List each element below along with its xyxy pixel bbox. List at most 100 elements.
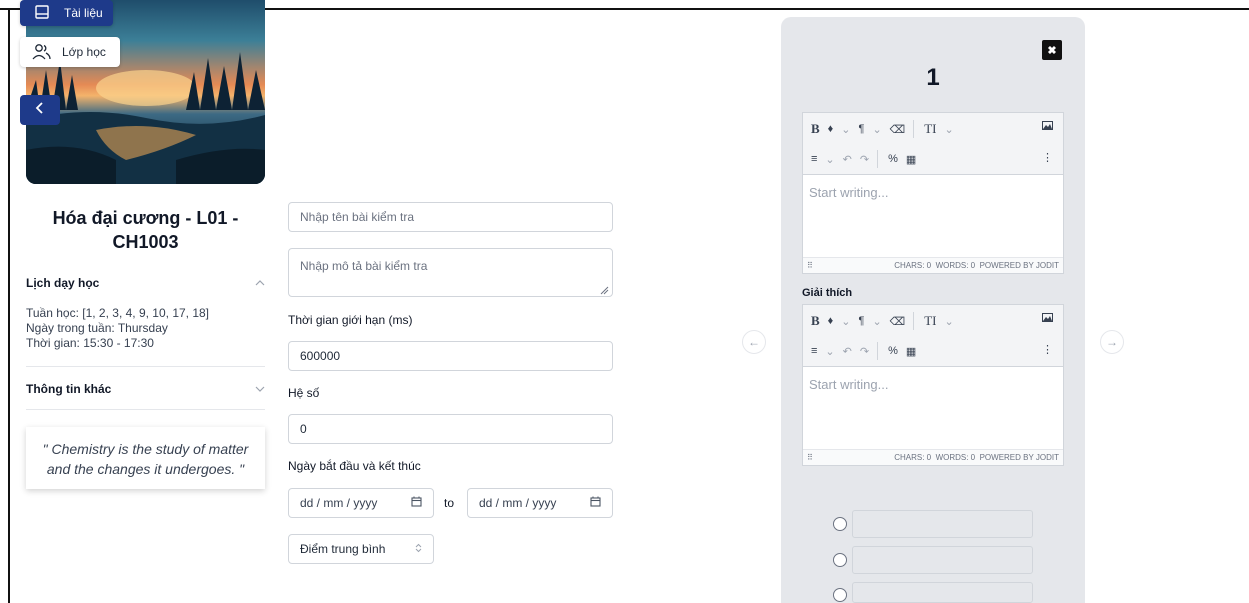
schedule-details: Tuần học: [1, 2, 3, 4, 9, 10, 17, 18] Ng… (26, 306, 209, 351)
image-icon[interactable] (1042, 121, 1053, 133)
paragraph-icon[interactable]: ¶ (859, 315, 865, 327)
coefficient-input[interactable]: 0 (288, 414, 613, 444)
grading-method-value: Điểm trung bình (300, 542, 386, 556)
chevron-up-icon (255, 277, 265, 289)
other-info-section-toggle[interactable]: Thông tin khác (26, 382, 265, 396)
date-range-label: Ngày bắt đầu và kết thúc (288, 459, 421, 473)
resize-handle-icon[interactable] (600, 284, 609, 295)
chevron-down-icon[interactable]: ⌄ (841, 315, 850, 328)
align-icon[interactable]: ≡ (811, 345, 817, 357)
editor-content[interactable]: Start writing... (803, 367, 1063, 449)
more-options-icon[interactable]: ⋮ (1042, 343, 1053, 356)
char-count: CHARS: 0 (894, 453, 932, 462)
calendar-icon[interactable] (590, 496, 601, 510)
chevron-down-icon[interactable]: ⌄ (825, 153, 834, 166)
bold-icon[interactable]: B (811, 313, 820, 329)
chevron-down-icon[interactable]: ⌄ (872, 315, 881, 328)
editor-statusbar: ⠿ CHARS: 0 WORDS: 0 POWERED BY JODIT (803, 449, 1063, 465)
editor-stats: CHARS: 0 WORDS: 0 POWERED BY JODIT (894, 453, 1059, 462)
answer-option-radio[interactable] (833, 588, 847, 602)
grading-method-select[interactable]: Điểm trung bình (288, 534, 434, 564)
tai-lieu-label: Tài liệu (64, 6, 103, 20)
undo-icon[interactable]: ↶ (843, 345, 852, 358)
ink-color-icon[interactable]: ♦ (828, 123, 834, 135)
close-question-button[interactable]: ✖ (1042, 40, 1062, 60)
time-limit-value: 600000 (300, 349, 341, 363)
char-count: CHARS: 0 (894, 261, 932, 270)
chevron-down-icon[interactable]: ⌄ (825, 345, 834, 358)
next-question-button[interactable]: → (1100, 330, 1124, 354)
font-size-icon[interactable]: TI (924, 121, 936, 137)
test-name-input[interactable]: Nhập tên bài kiểm tra (288, 202, 613, 232)
tai-lieu-button[interactable]: Tài liệu (20, 0, 113, 26)
test-description-textarea[interactable]: Nhập mô tả bài kiểm tra (288, 248, 613, 297)
frame-left-border (8, 8, 10, 603)
toolbar-row: ≡ ⌄ ↶ ↷ % ▦ (811, 149, 924, 169)
paragraph-icon[interactable]: ¶ (859, 123, 865, 135)
editor-toolbar: B ♦ ⌄ ¶ ⌄ ⌫ TI ⌄ ≡ ⌄ ↶ ↷ % ▦ ⋮ (803, 305, 1063, 367)
start-date-input[interactable]: dd / mm / yyyy (288, 488, 434, 518)
eraser-icon[interactable]: ⌫ (890, 315, 906, 328)
answer-option-input[interactable] (852, 546, 1033, 574)
answer-option-input[interactable] (852, 582, 1033, 603)
lop-hoc-label: Lớp học (62, 45, 106, 59)
close-icon: ✖ (1047, 44, 1057, 57)
schedule-section-toggle[interactable]: Lịch dạy học (26, 276, 265, 290)
more-options-icon[interactable]: ⋮ (1042, 151, 1053, 164)
table-icon[interactable]: ▦ (906, 345, 916, 358)
section-divider (26, 409, 265, 410)
editor-toolbar: B ♦ ⌄ ¶ ⌄ ⌫ TI ⌄ ≡ ⌄ ↶ ↷ % ▦ ⋮ (803, 113, 1063, 175)
editor-statusbar: ⠿ CHARS: 0 WORDS: 0 POWERED BY JODIT (803, 257, 1063, 273)
time-limit-input[interactable]: 600000 (288, 341, 613, 371)
other-info-header: Thông tin khác (26, 382, 112, 396)
end-date-placeholder: dd / mm / yyyy (479, 496, 557, 510)
question-editor[interactable]: B ♦ ⌄ ¶ ⌄ ⌫ TI ⌄ ≡ ⌄ ↶ ↷ % ▦ ⋮ Start wri… (802, 112, 1064, 274)
undo-icon[interactable]: ↶ (843, 153, 852, 166)
chevron-down-icon[interactable]: ⌄ (945, 123, 954, 136)
toolbar-row: ≡ ⌄ ↶ ↷ % ▦ (811, 341, 924, 361)
editor-content[interactable]: Start writing... (803, 175, 1063, 257)
font-size-icon[interactable]: TI (924, 313, 936, 329)
schedule-header: Lịch dạy học (26, 276, 100, 290)
chevron-down-icon[interactable]: ⌄ (841, 123, 850, 136)
resize-grip-icon[interactable]: ⠿ (807, 453, 813, 462)
lop-hoc-button[interactable]: Lớp học (20, 37, 120, 67)
powered-by: POWERED BY JODIT (979, 453, 1059, 462)
toolbar-row: B ♦ ⌄ ¶ ⌄ ⌫ TI ⌄ (811, 119, 962, 139)
answer-option-radio[interactable] (833, 553, 847, 567)
end-date-input[interactable]: dd / mm / yyyy (467, 488, 613, 518)
table-icon[interactable]: ▦ (906, 153, 916, 166)
explanation-editor[interactable]: B ♦ ⌄ ¶ ⌄ ⌫ TI ⌄ ≡ ⌄ ↶ ↷ % ▦ ⋮ Start wri… (802, 304, 1064, 466)
powered-by: POWERED BY JODIT (979, 261, 1059, 270)
forest-sunset-illustration (26, 52, 265, 184)
chevron-down-icon[interactable]: ⌄ (945, 315, 954, 328)
chevron-down-icon (255, 383, 265, 395)
eraser-icon[interactable]: ⌫ (890, 123, 906, 136)
arrow-right-icon: → (1106, 335, 1118, 349)
question-number: 1 (926, 64, 940, 91)
back-button[interactable] (20, 95, 60, 125)
schedule-weekday: Ngày trong tuần: Thursday (26, 321, 168, 335)
calendar-icon[interactable] (411, 496, 422, 510)
redo-icon[interactable]: ↷ (860, 153, 869, 166)
link-icon[interactable]: % (888, 345, 898, 357)
toolbar-separator (913, 120, 915, 138)
test-name-placeholder: Nhập tên bài kiểm tra (300, 210, 415, 224)
answer-option-radio[interactable] (833, 517, 847, 531)
image-icon[interactable] (1042, 313, 1053, 325)
chevron-down-icon[interactable]: ⌄ (872, 123, 881, 136)
align-icon[interactable]: ≡ (811, 153, 817, 165)
toolbar-row: B ♦ ⌄ ¶ ⌄ ⌫ TI ⌄ (811, 311, 962, 331)
ink-color-icon[interactable]: ♦ (828, 315, 834, 327)
toolbar-separator (913, 312, 915, 330)
time-limit-label: Thời gian giới hạn (ms) (288, 313, 413, 327)
previous-question-button[interactable]: ← (742, 330, 766, 354)
chevron-left-icon (35, 101, 45, 119)
link-icon[interactable]: % (888, 153, 898, 165)
bold-icon[interactable]: B (811, 121, 820, 137)
editor-stats: CHARS: 0 WORDS: 0 POWERED BY JODIT (894, 261, 1059, 270)
select-arrows-icon (415, 542, 422, 556)
redo-icon[interactable]: ↷ (860, 345, 869, 358)
resize-grip-icon[interactable]: ⠿ (807, 261, 813, 270)
answer-option-input[interactable] (852, 510, 1033, 538)
